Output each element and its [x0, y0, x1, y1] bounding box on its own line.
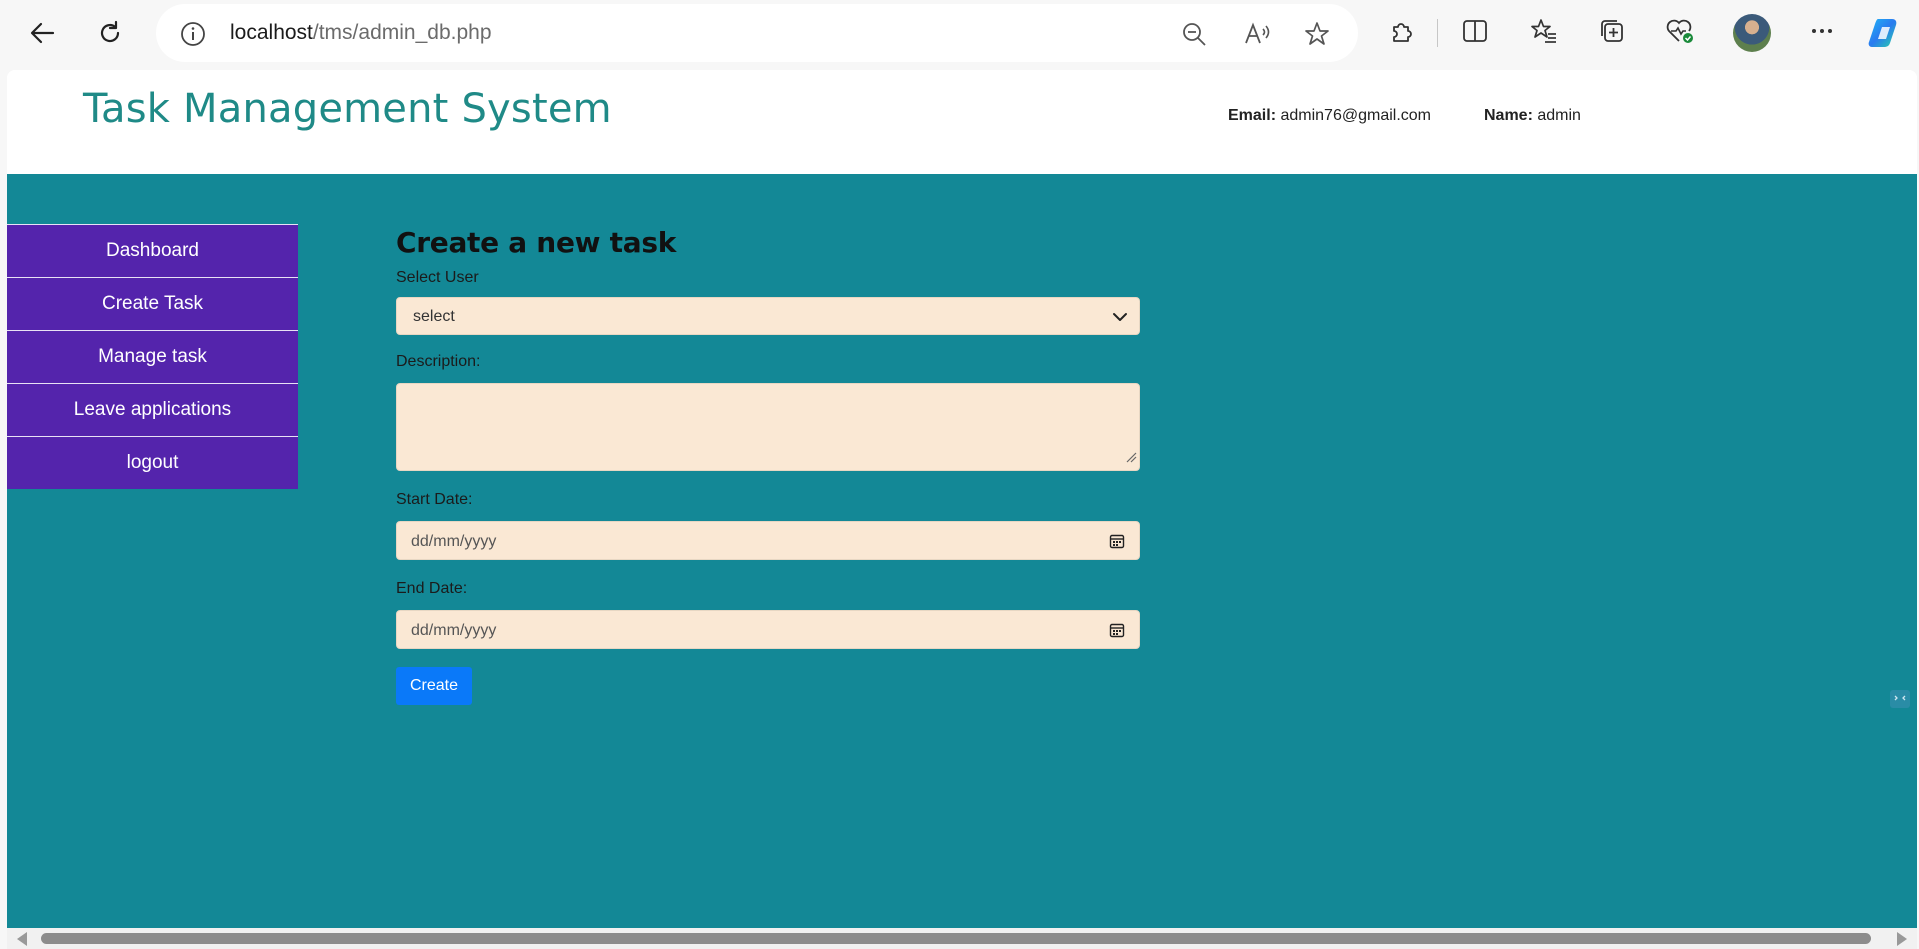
- select-user-label: Select User: [396, 269, 479, 286]
- collections-icon[interactable]: [1598, 17, 1626, 50]
- form-heading: Create a new task: [396, 226, 677, 259]
- web-page: Task Management System Email: admin76@gm…: [7, 70, 1917, 928]
- email-label: Email:: [1228, 107, 1277, 124]
- browser-toolbar: localhost/tms/admin_db.php: [0, 0, 1919, 66]
- user-name: Name: admin: [1484, 107, 1581, 125]
- main-content: Dashboard Create Task Manage task Leave …: [7, 174, 1917, 928]
- email-value: admin76@gmail.com: [1280, 107, 1431, 124]
- scroll-right-arrow-icon[interactable]: [1897, 932, 1907, 946]
- create-task-form: Create a new task Select User select Des…: [396, 226, 1140, 705]
- end-date-label: End Date:: [396, 580, 468, 597]
- calendar-icon[interactable]: [1109, 622, 1125, 643]
- extensions-icon[interactable]: [1388, 17, 1416, 50]
- name-value: admin: [1537, 107, 1581, 124]
- sidebar-item-dashboard[interactable]: Dashboard: [7, 224, 298, 277]
- favorites-icon[interactable]: [1530, 17, 1558, 50]
- description-label: Description:: [396, 353, 481, 370]
- sidebar-item-leave-applications[interactable]: Leave applications: [7, 383, 298, 436]
- create-button[interactable]: Create: [396, 667, 473, 705]
- browser-essentials-icon[interactable]: [1665, 17, 1695, 50]
- back-arrow-icon: [30, 22, 55, 44]
- zoom-out-icon[interactable]: [1181, 21, 1207, 52]
- url-text[interactable]: localhost/tms/admin_db.php: [230, 21, 492, 45]
- resize-grip-icon[interactable]: [1125, 450, 1137, 468]
- sidebar-item-create-task[interactable]: Create Task: [7, 277, 298, 330]
- calendar-icon[interactable]: [1109, 533, 1125, 554]
- end-date-input[interactable]: dd/mm/yyyy: [396, 610, 1140, 649]
- select-user-value: select: [413, 308, 455, 325]
- sidebar-nav: Dashboard Create Task Manage task Leave …: [7, 224, 298, 489]
- read-aloud-icon[interactable]: [1243, 21, 1271, 52]
- site-title: Task Management System: [83, 86, 612, 132]
- start-date-input[interactable]: dd/mm/yyyy: [396, 521, 1140, 560]
- site-info-icon[interactable]: [180, 21, 206, 52]
- scroll-left-arrow-icon[interactable]: [17, 932, 27, 946]
- toolbar-divider: [1437, 19, 1438, 47]
- url-host: localhost: [230, 21, 313, 44]
- profile-avatar[interactable]: [1733, 14, 1771, 52]
- refresh-icon: [100, 20, 120, 43]
- address-bar[interactable]: localhost/tms/admin_db.php: [156, 4, 1358, 62]
- site-header: Task Management System Email: admin76@gm…: [7, 70, 1917, 174]
- name-label: Name:: [1484, 107, 1533, 124]
- horizontal-scrollbar[interactable]: [7, 928, 1917, 949]
- copilot-icon[interactable]: [1866, 13, 1906, 53]
- favorite-star-icon[interactable]: [1304, 21, 1330, 52]
- description-textarea[interactable]: [396, 383, 1140, 471]
- url-path: /tms/admin_db.php: [312, 21, 492, 44]
- end-date-placeholder: dd/mm/yyyy: [411, 622, 497, 639]
- chevron-down-icon: [1111, 308, 1129, 331]
- refresh-button[interactable]: [90, 13, 130, 53]
- sidebar-toggle-icon[interactable]: [1889, 688, 1911, 710]
- start-date-placeholder: dd/mm/yyyy: [411, 533, 497, 550]
- sidebar-item-logout[interactable]: logout: [7, 436, 298, 489]
- user-email: Email: admin76@gmail.com: [1228, 107, 1431, 125]
- sidebar-item-manage-task[interactable]: Manage task: [7, 330, 298, 383]
- back-button[interactable]: [22, 13, 62, 53]
- split-screen-icon[interactable]: [1461, 17, 1489, 50]
- select-user-dropdown[interactable]: select: [396, 297, 1140, 335]
- scrollbar-thumb[interactable]: [41, 933, 1871, 944]
- more-options-icon[interactable]: [1808, 17, 1836, 50]
- start-date-label: Start Date:: [396, 491, 473, 508]
